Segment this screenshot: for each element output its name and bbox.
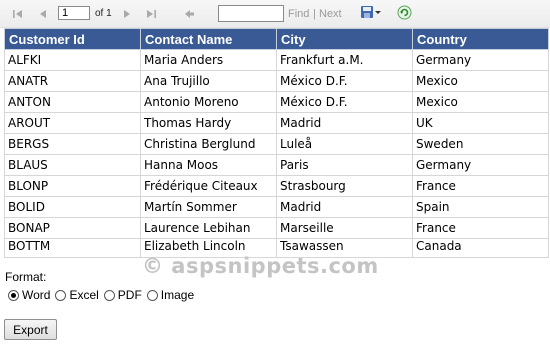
table-cell: Luleå	[276, 133, 413, 155]
table-cell: Christina Berglund	[140, 133, 277, 155]
table-cell: Antonio Moreno	[140, 91, 277, 113]
table-cell: Ana Trujillo	[140, 70, 277, 92]
page-count-label: of 1	[95, 8, 112, 19]
table-cell: UK	[412, 112, 549, 134]
table-row: AROUT Thomas Hardy Madrid UK	[4, 112, 549, 134]
table-cell: Sweden	[412, 133, 549, 155]
radio-button[interactable]	[55, 289, 67, 301]
table-cell: BONAP	[4, 217, 141, 239]
table-cell: AROUT	[4, 112, 141, 134]
table-cell: Strasbourg	[276, 175, 413, 197]
table-cell: Laurence Lebihan	[140, 217, 277, 239]
table-cell: Mexico	[412, 70, 549, 92]
find-link[interactable]: Find	[288, 8, 309, 20]
table-cell: México D.F.	[276, 70, 413, 92]
format-option-label: Word	[22, 288, 51, 302]
page-number-input[interactable]	[58, 6, 90, 20]
table-cell: Canada	[412, 238, 549, 258]
first-page-icon[interactable]	[12, 6, 24, 21]
refresh-icon[interactable]	[397, 5, 412, 20]
format-option-label: Image	[160, 288, 195, 302]
find-input[interactable]	[218, 5, 284, 22]
format-option-label: PDF	[117, 288, 142, 302]
table-cell: France	[412, 217, 549, 239]
back-icon[interactable]	[184, 6, 195, 21]
table-cell: BLAUS	[4, 154, 141, 176]
table-cell: France	[412, 175, 549, 197]
table-row: ANTON Antonio Moreno México D.F. Mexico	[4, 91, 549, 113]
previous-page-icon[interactable]	[39, 6, 47, 21]
export-save-icon[interactable]	[360, 5, 382, 20]
table-cell: Paris	[276, 154, 413, 176]
table-cell: BOTTM	[4, 238, 141, 258]
format-option-label: Excel	[69, 288, 99, 302]
table-row: BONAP Laurence Lebihan Marseille France	[4, 217, 549, 239]
table-cell: ALFKI	[4, 49, 141, 71]
export-button[interactable]: Export	[4, 319, 57, 340]
table-row: BLAUS Hanna Moos Paris Germany	[4, 154, 549, 176]
format-option-excel[interactable]: Excel	[55, 288, 99, 302]
table-cell: Madrid	[276, 196, 413, 218]
table-cell: BLONP	[4, 175, 141, 197]
table-cell: México D.F.	[276, 91, 413, 113]
table-cell: Thomas Hardy	[140, 112, 277, 134]
table-cell: Mexico	[412, 91, 549, 113]
format-option-pdf[interactable]: PDF	[103, 288, 142, 302]
next-link[interactable]: Next	[319, 8, 342, 20]
radio-button[interactable]	[103, 289, 115, 301]
radio-button[interactable]	[146, 289, 158, 301]
table-cell: Madrid	[276, 112, 413, 134]
table-cell: Frédérique Citeaux	[140, 175, 277, 197]
table-cell: ANATR	[4, 70, 141, 92]
format-label: Format:	[5, 270, 47, 284]
column-header: Customer Id	[4, 28, 141, 50]
radio-button-selected[interactable]	[8, 289, 19, 301]
customers-table: Customer Id Contact Name City Country AL…	[4, 28, 549, 258]
table-cell: Martín Sommer	[140, 196, 277, 218]
table-row: BOLID Martín Sommer Madrid Spain	[4, 196, 549, 218]
format-option-word[interactable]: Word	[8, 288, 50, 302]
report-toolbar: of 1 Find | Next	[0, 0, 550, 28]
column-header: City	[276, 28, 413, 50]
table-header-row: Customer Id Contact Name City Country	[4, 28, 549, 50]
table-cell: Frankfurt a.M.	[276, 49, 413, 71]
table-cell: Marseille	[276, 217, 413, 239]
table-row: BERGS Christina Berglund Luleå Sweden	[4, 133, 549, 155]
column-header: Contact Name	[140, 28, 277, 50]
table-row: ALFKI Maria Anders Frankfurt a.M. German…	[4, 49, 549, 71]
table-cell: ANTON	[4, 91, 141, 113]
column-header: Country	[412, 28, 549, 50]
last-page-icon[interactable]	[145, 6, 157, 21]
table-row: ANATR Ana Trujillo México D.F. Mexico	[4, 70, 549, 92]
table-cell: BERGS	[4, 133, 141, 155]
table-cell: Maria Anders	[140, 49, 277, 71]
table-row: BLONP Frédérique Citeaux Strasbourg Fran…	[4, 175, 549, 197]
copyright-watermark: © aspsnippets.com	[142, 254, 379, 278]
next-page-icon[interactable]	[123, 6, 131, 21]
format-option-image[interactable]: Image	[146, 288, 195, 302]
table-cell: Hanna Moos	[140, 154, 277, 176]
format-radio-group: Word Excel PDF Image	[8, 288, 199, 302]
table-cell: Germany	[412, 154, 549, 176]
find-separator: |	[313, 8, 316, 20]
table-cell: Spain	[412, 196, 549, 218]
table-cell: BOLID	[4, 196, 141, 218]
table-cell: Germany	[412, 49, 549, 71]
